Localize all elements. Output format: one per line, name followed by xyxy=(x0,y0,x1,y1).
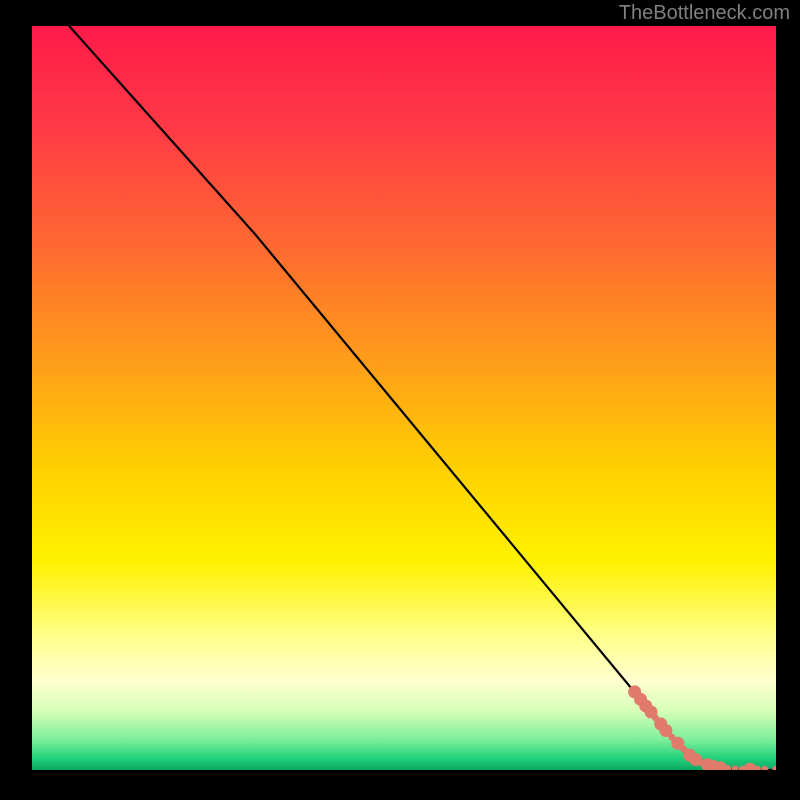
watermark-text: TheBottleneck.com xyxy=(619,2,790,25)
plot-area xyxy=(32,26,776,770)
gradient-background xyxy=(32,26,776,770)
chart-svg xyxy=(32,26,776,770)
chart-container: TheBottleneck.com xyxy=(0,0,800,800)
